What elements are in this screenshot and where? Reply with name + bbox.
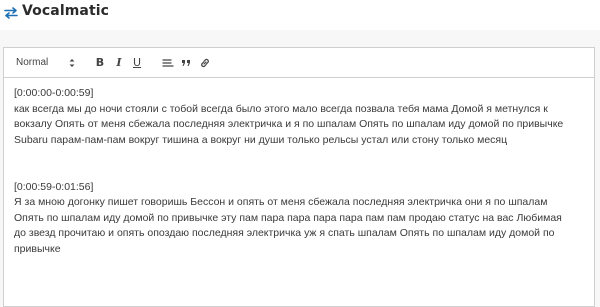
editor-toolbar: Normal B I U bbox=[4, 48, 594, 78]
transcript-line: Subaru парам-пам-пам вокруг тишина а вок… bbox=[14, 133, 508, 146]
bold-button[interactable]: B bbox=[93, 55, 107, 71]
link-icon bbox=[201, 58, 209, 68]
timestamp: [0:00:59-0:01:56] bbox=[14, 180, 94, 193]
quote-button[interactable] bbox=[179, 55, 193, 71]
link-button[interactable] bbox=[198, 55, 212, 71]
swap-arrows-icon bbox=[4, 7, 18, 19]
underline-button[interactable]: U bbox=[130, 55, 144, 71]
list-icon bbox=[162, 59, 174, 67]
transcript-line: до звезд прочитаю и опять опоздаю послед… bbox=[14, 227, 555, 239]
format-select[interactable]: Normal bbox=[16, 56, 76, 70]
format-select-value: Normal bbox=[16, 57, 49, 68]
transcript-line: Опять по шпалам иду домой по привычке эт… bbox=[14, 211, 562, 224]
transcript-line: вокзалу Опять от меня сбежала последняя … bbox=[14, 118, 564, 130]
transcript-editor: Normal B I U [0:00:00-0:00:59] как всегд… bbox=[3, 47, 595, 307]
updown-caret-icon bbox=[69, 59, 75, 67]
list-button[interactable] bbox=[161, 55, 175, 71]
quote-icon bbox=[182, 60, 190, 66]
app-title: Vocalmatic bbox=[22, 3, 110, 19]
transcript-line: как всегда мы до ночи стояли с тобой все… bbox=[14, 102, 548, 115]
italic-button[interactable]: I bbox=[112, 55, 126, 71]
transcript-line: привычке bbox=[14, 242, 61, 255]
transcript-line: Я за мною догонку пишет говоришь Бессон … bbox=[14, 196, 548, 208]
timestamp: [0:00:00-0:00:59] bbox=[14, 87, 94, 99]
transcript-text-area[interactable]: [0:00:00-0:00:59] как всегда мы до ночи … bbox=[14, 86, 590, 257]
app-header: Vocalmatic bbox=[0, 0, 600, 30]
